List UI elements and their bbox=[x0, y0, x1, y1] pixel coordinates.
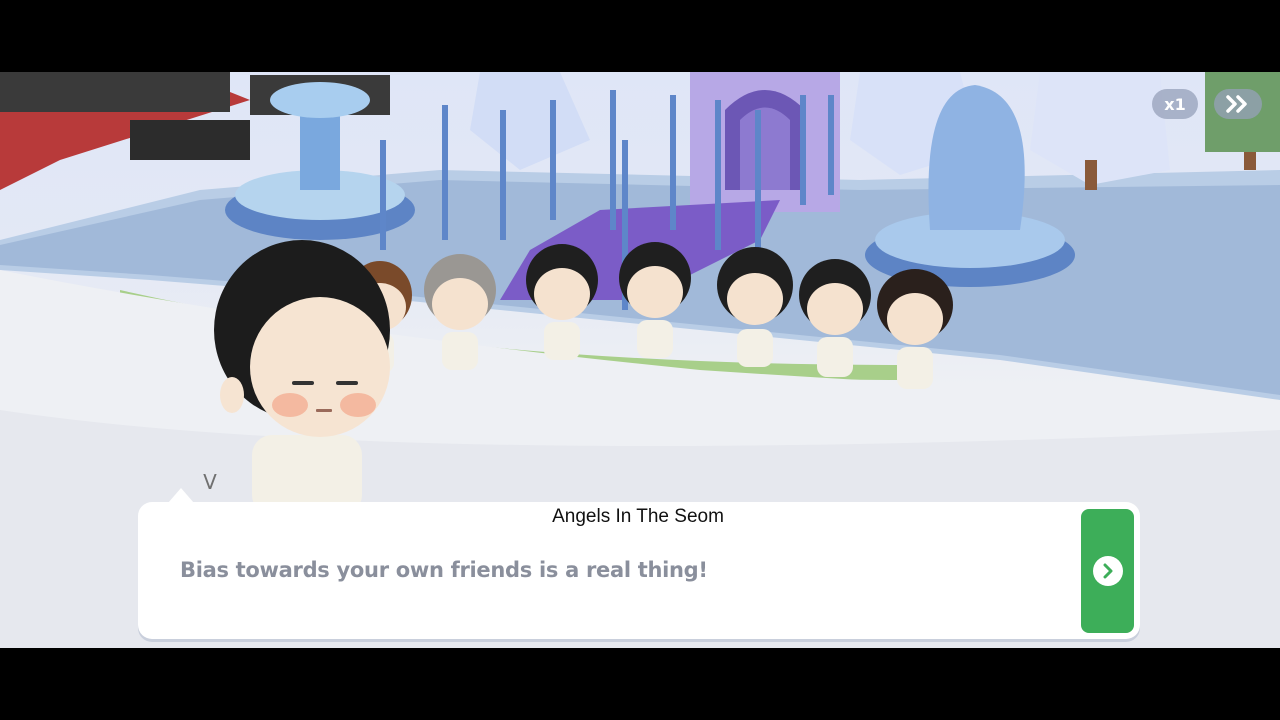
speed-label: x1 bbox=[1164, 94, 1186, 114]
speed-toggle-button[interactable]: x1 bbox=[1152, 89, 1198, 119]
dialog-title: Angels In The Seom bbox=[552, 506, 724, 527]
speaker-name: V bbox=[203, 470, 217, 494]
chevron-right-icon bbox=[1103, 563, 1112, 579]
dialog-box[interactable]: Angels In The Seom Bias towards your own… bbox=[138, 502, 1140, 639]
stage bbox=[0, 72, 230, 112]
bottom-letterbox bbox=[0, 648, 1280, 720]
next-icon-circle bbox=[1092, 556, 1123, 586]
dialog-text: Bias towards your own friends is a real … bbox=[180, 558, 708, 582]
fast-forward-icon bbox=[1226, 95, 1247, 113]
top-letterbox bbox=[0, 0, 1280, 72]
next-button[interactable] bbox=[1081, 509, 1134, 633]
dialog-tail bbox=[168, 488, 194, 503]
skip-button[interactable] bbox=[1214, 89, 1262, 119]
